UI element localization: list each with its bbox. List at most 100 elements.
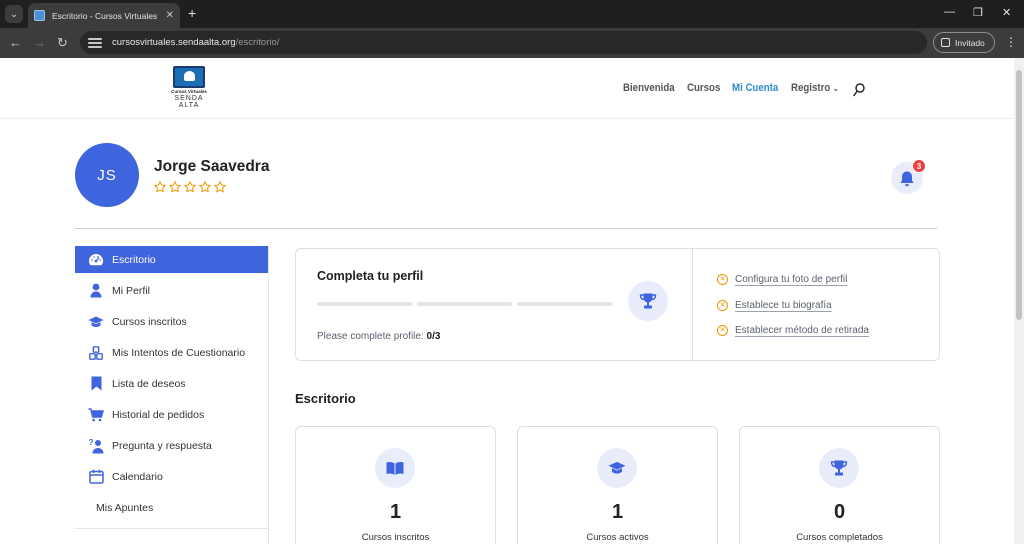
stat-value: 0 xyxy=(833,501,846,523)
page-content: Cursos Virtuales SENDA ALTA Bienvenida C… xyxy=(0,58,1014,544)
nav-mi-cuenta[interactable]: Mi Cuenta xyxy=(732,82,778,94)
avatar[interactable]: JS xyxy=(75,143,139,207)
avatar-initials: JS xyxy=(97,166,117,184)
site-logo[interactable]: Cursos Virtuales SENDA ALTA xyxy=(169,66,209,110)
star-icon xyxy=(184,181,196,193)
task-link: Configura tu foto de perfil xyxy=(735,274,848,285)
browser-tab-active[interactable]: Escritorio - Cursos Virtuales Sen ✕ xyxy=(28,3,180,28)
sidebar-item-label: Lista de deseos xyxy=(112,377,186,390)
stat-card-active: 1 Cursos activos xyxy=(517,426,718,544)
forward-arrow-icon[interactable]: → xyxy=(33,35,46,51)
task-link: Establece tu biografía xyxy=(735,300,832,311)
bookmark-icon xyxy=(88,376,104,392)
tab-title: Escritorio - Cursos Virtuales Sen xyxy=(52,10,160,21)
profile-card-separator xyxy=(692,249,693,360)
back-arrow-icon[interactable]: ← xyxy=(9,35,22,51)
address-bar[interactable]: cursosvirtuales.sendaalta.org/escritorio… xyxy=(80,31,927,54)
dashboard-section-title: Escritorio xyxy=(295,391,356,406)
browser-menu-icon[interactable]: ⋮ xyxy=(1005,36,1017,48)
pending-x-icon: ✕ xyxy=(717,300,728,311)
sidebar-item-calendario[interactable]: Calendario xyxy=(75,463,268,490)
sidebar-item-pregunta-y-respuesta[interactable]: ? Pregunta y respuesta xyxy=(75,432,268,459)
profile-button[interactable]: Invitado xyxy=(933,32,995,53)
search-icon[interactable] xyxy=(853,83,865,97)
sidebar-item-mi-perfil[interactable]: Mi Perfil xyxy=(75,277,268,304)
sidebar-item-historial-de-pedidos[interactable]: Historial de pedidos xyxy=(75,401,268,428)
star-icon xyxy=(199,181,211,193)
calendar-icon xyxy=(88,469,104,485)
sidebar-item-label: Mi Perfil xyxy=(112,284,150,297)
scrollbar-thumb[interactable] xyxy=(1016,70,1022,320)
header-divider xyxy=(75,228,937,229)
sidebar-divider xyxy=(75,528,268,529)
restore-icon[interactable]: ❐ xyxy=(973,6,983,19)
reload-icon[interactable]: ↻ xyxy=(57,35,68,51)
logo-line-1: Cursos Virtuales xyxy=(171,89,207,94)
star-icon xyxy=(169,181,181,193)
sidebar-item-mis-apuntes[interactable]: Mis Apuntes xyxy=(75,494,268,521)
star-icon xyxy=(154,181,166,193)
svg-text:?: ? xyxy=(89,438,94,447)
cart-icon xyxy=(88,407,104,423)
task-profile-photo[interactable]: ✕ Configura tu foto de perfil xyxy=(717,274,847,285)
url-path: /escritorio/ xyxy=(235,37,280,48)
bell-icon xyxy=(900,171,914,186)
site-favicon-icon xyxy=(34,10,45,21)
profile-status-value: 0/3 xyxy=(426,331,441,342)
quiz-blocks-icon xyxy=(88,345,104,361)
stat-value: 1 xyxy=(611,501,624,523)
profile-completion-card: Completa tu perfil Please complete profi… xyxy=(295,248,940,361)
close-window-icon[interactable]: ✕ xyxy=(1002,6,1011,19)
tab-search-button[interactable]: ⌄ xyxy=(5,5,23,23)
dashboard-sidebar: Escritorio Mi Perfil Cursos inscritos Mi… xyxy=(75,246,269,544)
notification-count-badge: 3 xyxy=(912,159,926,173)
sidebar-item-mis-intentos[interactable]: Mis Intentos de Cuestionario xyxy=(75,339,268,366)
stat-label: Cursos activos xyxy=(586,532,649,543)
trophy-icon xyxy=(639,293,657,309)
task-biography[interactable]: ✕ Establece tu biografía xyxy=(717,300,832,311)
profile-completion-title: Completa tu perfil xyxy=(317,269,424,283)
sidebar-item-label: Calendario xyxy=(112,470,163,483)
pending-x-icon: ✕ xyxy=(717,274,728,285)
profile-label: Invitado xyxy=(955,37,985,48)
sidebar-item-label: Mis Intentos de Cuestionario xyxy=(112,346,246,359)
tab-close-icon[interactable]: ✕ xyxy=(166,10,174,21)
task-link: Establecer método de retirada xyxy=(735,325,869,336)
profile-completion-status: Please complete profile: 0/3 xyxy=(317,331,440,342)
user-name: Jorge Saavedra xyxy=(154,158,270,175)
graduation-cap-icon xyxy=(597,448,637,488)
sidebar-item-cursos-inscritos[interactable]: Cursos inscritos xyxy=(75,308,268,335)
sidebar-item-escritorio[interactable]: Escritorio xyxy=(75,246,268,273)
sidebar-item-label: Mis Apuntes xyxy=(96,501,154,514)
browser-toolbar: ← → ↻ cursosvirtuales.sendaalta.org/escr… xyxy=(0,28,1024,58)
site-settings-icon[interactable] xyxy=(88,37,102,48)
logo-line-2: SENDA xyxy=(174,95,204,102)
sidebar-item-lista-de-deseos[interactable]: Lista de deseos xyxy=(75,370,268,397)
task-withdraw-method[interactable]: ✕ Establecer método de retirada xyxy=(717,325,869,336)
stat-label: Cursos completados xyxy=(796,532,883,543)
sidebar-item-label: Cursos inscritos xyxy=(112,315,187,328)
minimize-icon[interactable]: — xyxy=(944,6,955,18)
logo-line-3: ALTA xyxy=(178,102,200,109)
question-user-icon: ? xyxy=(88,438,104,454)
profile-status-label: Please complete profile: xyxy=(317,331,424,342)
user-icon xyxy=(88,283,104,299)
sidebar-item-label: Historial de pedidos xyxy=(112,408,205,421)
stat-label: Cursos inscritos xyxy=(361,532,430,543)
rating-stars xyxy=(154,181,226,193)
star-icon xyxy=(214,181,226,193)
sidebar-item-label: Pregunta y respuesta xyxy=(112,439,212,452)
browser-tab-bar: ⌄ Escritorio - Cursos Virtuales Sen ✕ + … xyxy=(0,0,1024,28)
new-tab-icon[interactable]: + xyxy=(188,5,196,21)
nav-registro[interactable]: Registro ⌄ xyxy=(791,82,839,94)
chevron-down-icon: ⌄ xyxy=(832,84,839,93)
sidebar-item-label: Escritorio xyxy=(112,253,156,266)
book-icon xyxy=(375,448,415,488)
nav-bienvenida[interactable]: Bienvenida xyxy=(623,82,675,94)
trophy-badge xyxy=(628,281,668,321)
guest-profile-icon xyxy=(941,38,950,47)
page-scrollbar[interactable] xyxy=(1014,58,1024,544)
graduation-cap-icon xyxy=(88,314,104,330)
nav-cursos[interactable]: Cursos xyxy=(687,82,720,94)
profile-progress-step-2 xyxy=(417,302,512,306)
